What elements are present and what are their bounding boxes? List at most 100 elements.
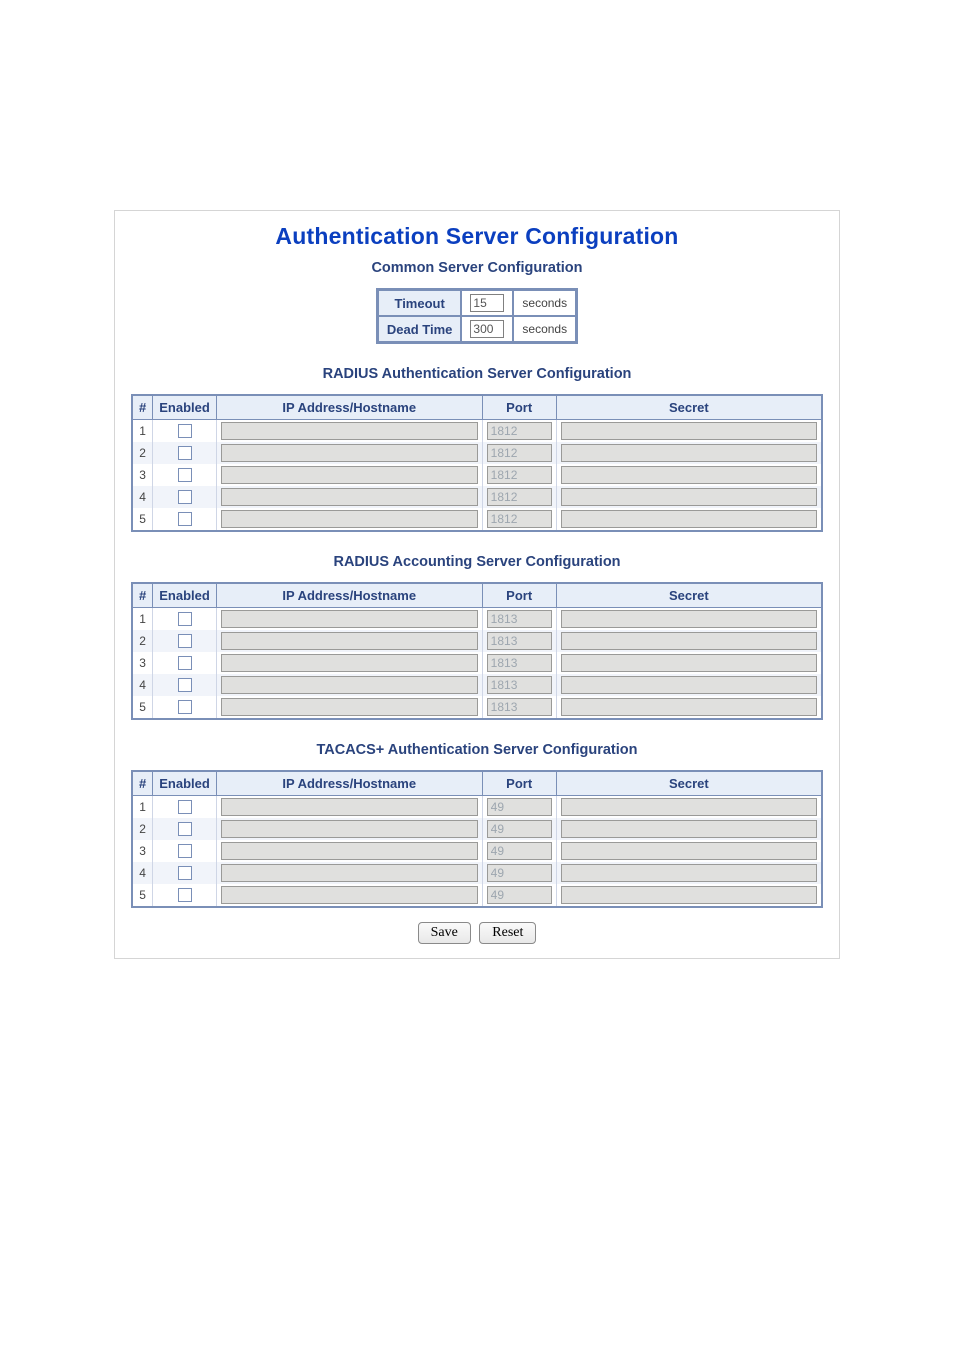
secret-input[interactable] — [561, 466, 817, 484]
common-section-title: Common Server Configuration — [131, 260, 823, 276]
secret-input[interactable] — [561, 422, 817, 440]
row-host-cell — [217, 652, 483, 674]
col-enabled-header: Enabled — [153, 772, 217, 796]
host-input[interactable] — [221, 820, 478, 838]
enabled-checkbox[interactable] — [178, 446, 192, 460]
common-row-unit: seconds — [513, 290, 576, 316]
row-secret-cell — [557, 884, 821, 906]
enabled-checkbox[interactable] — [178, 512, 192, 526]
row-secret-cell — [557, 818, 821, 840]
row-host-cell — [217, 674, 483, 696]
common-value-input[interactable] — [470, 294, 504, 312]
table-row: 4 — [133, 862, 821, 884]
secret-input[interactable] — [561, 654, 817, 672]
row-index: 4 — [133, 862, 153, 884]
enabled-checkbox[interactable] — [178, 468, 192, 482]
secret-input[interactable] — [561, 886, 817, 904]
row-host-cell — [217, 884, 483, 906]
row-enabled-cell — [153, 674, 217, 696]
host-input[interactable] — [221, 798, 478, 816]
row-enabled-cell — [153, 796, 217, 818]
enabled-checkbox[interactable] — [178, 656, 192, 670]
radius_acct-table: #EnabledIP Address/HostnamePortSecret123… — [131, 582, 823, 720]
port-input[interactable] — [487, 698, 552, 716]
common-row-value-cell — [461, 316, 513, 342]
host-input[interactable] — [221, 610, 478, 628]
enabled-checkbox[interactable] — [178, 490, 192, 504]
common-row-label: Dead Time — [378, 316, 462, 342]
radius_acct-title: RADIUS Accounting Server Configuration — [131, 554, 823, 570]
reset-button[interactable]: Reset — [479, 922, 536, 944]
port-input[interactable] — [487, 820, 552, 838]
port-input[interactable] — [487, 444, 552, 462]
row-enabled-cell — [153, 696, 217, 718]
host-input[interactable] — [221, 698, 478, 716]
enabled-checkbox[interactable] — [178, 612, 192, 626]
row-index: 3 — [133, 840, 153, 862]
port-input[interactable] — [487, 422, 552, 440]
secret-input[interactable] — [561, 488, 817, 506]
enabled-checkbox[interactable] — [178, 822, 192, 836]
port-input[interactable] — [487, 632, 552, 650]
host-input[interactable] — [221, 842, 478, 860]
secret-input[interactable] — [561, 698, 817, 716]
secret-input[interactable] — [561, 510, 817, 528]
host-input[interactable] — [221, 886, 478, 904]
port-input[interactable] — [487, 488, 552, 506]
enabled-checkbox[interactable] — [178, 866, 192, 880]
table-row: 4 — [133, 486, 821, 508]
host-input[interactable] — [221, 466, 478, 484]
port-input[interactable] — [487, 510, 552, 528]
secret-input[interactable] — [561, 864, 817, 882]
secret-input[interactable] — [561, 444, 817, 462]
enabled-checkbox[interactable] — [178, 800, 192, 814]
port-input[interactable] — [487, 864, 552, 882]
row-index: 3 — [133, 652, 153, 674]
port-input[interactable] — [487, 798, 552, 816]
row-enabled-cell — [153, 840, 217, 862]
save-button[interactable]: Save — [418, 922, 471, 944]
table-row: 1 — [133, 420, 821, 442]
secret-input[interactable] — [561, 842, 817, 860]
port-input[interactable] — [487, 676, 552, 694]
row-index: 1 — [133, 796, 153, 818]
port-input[interactable] — [487, 842, 552, 860]
common-value-input[interactable] — [470, 320, 504, 338]
enabled-checkbox[interactable] — [178, 424, 192, 438]
tacacs_auth-title: TACACS+ Authentication Server Configurat… — [131, 742, 823, 758]
row-secret-cell — [557, 840, 821, 862]
enabled-checkbox[interactable] — [178, 634, 192, 648]
row-host-cell — [217, 608, 483, 630]
port-input[interactable] — [487, 886, 552, 904]
host-input[interactable] — [221, 510, 478, 528]
secret-input[interactable] — [561, 676, 817, 694]
table-row: 2 — [133, 630, 821, 652]
secret-input[interactable] — [561, 798, 817, 816]
radius_auth-table: #EnabledIP Address/HostnamePortSecret123… — [131, 394, 823, 532]
enabled-checkbox[interactable] — [178, 678, 192, 692]
host-input[interactable] — [221, 422, 478, 440]
row-secret-cell — [557, 674, 821, 696]
host-input[interactable] — [221, 654, 478, 672]
host-input[interactable] — [221, 676, 478, 694]
common-table: TimeoutsecondsDead Timeseconds — [376, 288, 578, 344]
host-input[interactable] — [221, 632, 478, 650]
enabled-checkbox[interactable] — [178, 888, 192, 902]
host-input[interactable] — [221, 488, 478, 506]
port-input[interactable] — [487, 610, 552, 628]
col-num-header: # — [133, 772, 153, 796]
row-secret-cell — [557, 486, 821, 508]
host-input[interactable] — [221, 444, 478, 462]
port-input[interactable] — [487, 654, 552, 672]
row-secret-cell — [557, 862, 821, 884]
row-index: 4 — [133, 486, 153, 508]
port-input[interactable] — [487, 466, 552, 484]
col-secret-header: Secret — [557, 772, 821, 796]
secret-input[interactable] — [561, 632, 817, 650]
secret-input[interactable] — [561, 820, 817, 838]
host-input[interactable] — [221, 864, 478, 882]
row-port-cell — [483, 840, 557, 862]
secret-input[interactable] — [561, 610, 817, 628]
enabled-checkbox[interactable] — [178, 700, 192, 714]
enabled-checkbox[interactable] — [178, 844, 192, 858]
